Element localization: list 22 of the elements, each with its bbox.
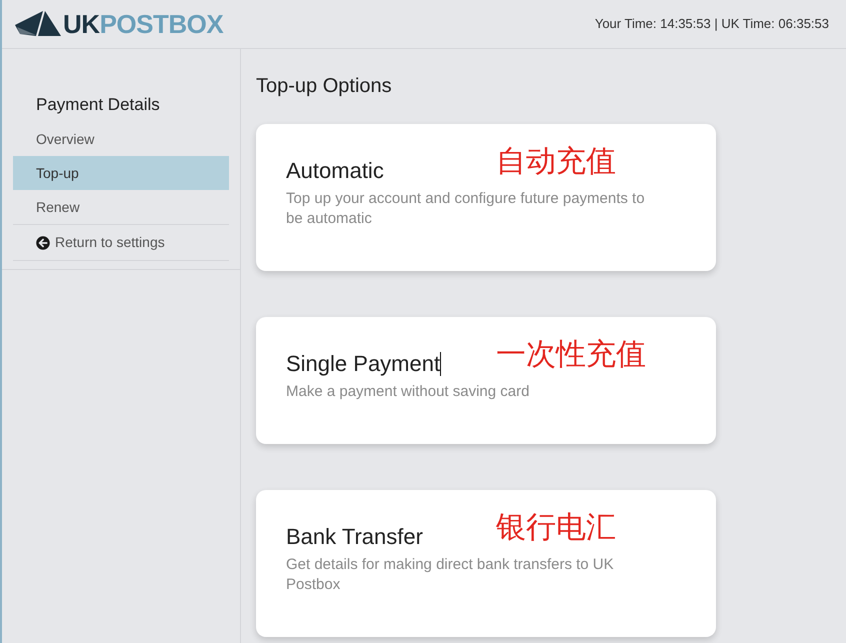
annotation-text: 一次性充值 [496,337,646,373]
logo-text: UKPOSTBOX [63,11,224,37]
back-arrow-icon [36,236,50,250]
sidebar-heading: Payment Details [35,94,161,116]
return-link[interactable]: Return to settings [13,225,229,260]
clock-text: Your Time: 14:35:53 | UK Time: 06:35:53 [594,15,829,34]
option-title: Single Payment [286,351,440,377]
option-card[interactable]: Automatic 自动充值 Top up your account and configure future payments to be automatic [256,124,716,271]
option-description: Get details for making direct bank transfers to UK Postbox [286,555,615,595]
sidebar-item[interactable]: Renew [13,190,229,224]
option-card[interactable]: Single Payment 一次性充值 Make a payment without saving card [256,317,716,444]
option-card[interactable]: Bank Transfer 银行电汇 Get details for making direct bank transfers to UK Postbox [256,490,716,637]
option-description: Top up your account and configure future payments to be automatic [286,189,646,229]
option-title: Bank Transfer [286,524,423,550]
logo-icon [15,10,61,38]
annotation-text: 自动充值 [496,144,616,180]
option-description: Make a payment without saving card [286,382,530,402]
sidebar-item[interactable]: Top-up [13,156,229,190]
page-title: Top-up Options [256,74,392,99]
option-title: Automatic [286,158,384,184]
sidebar-item[interactable]: Overview [13,122,229,156]
annotation-text: 银行电汇 [496,510,616,546]
